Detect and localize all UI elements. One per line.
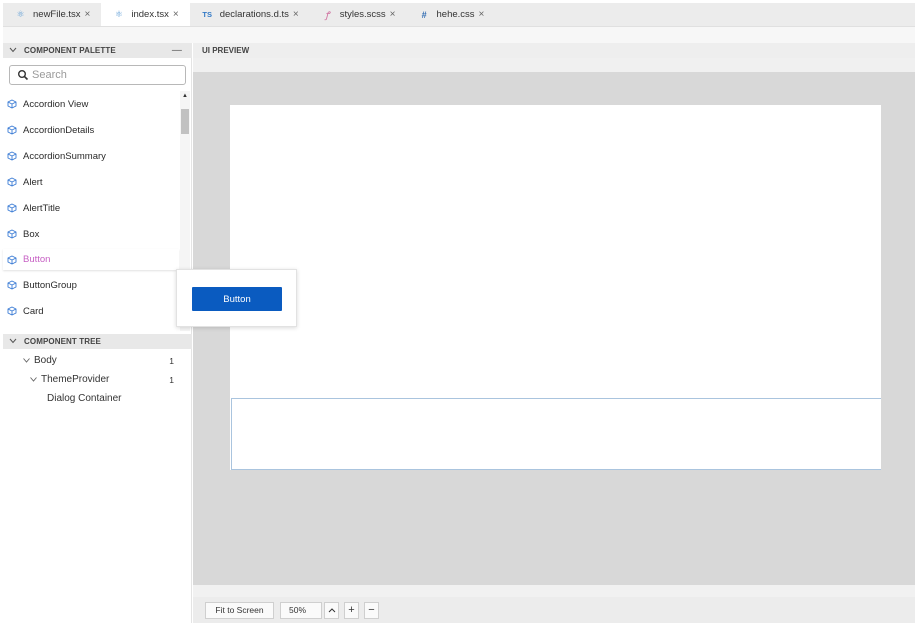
palette-item-label: AccordionDetails [23, 124, 95, 136]
component-tree-header[interactable]: COMPONENT TREE [3, 334, 192, 349]
section-title: COMPONENT PALETTE [24, 46, 116, 55]
palette-item-card[interactable]: Card [3, 301, 179, 321]
palette-item-alert[interactable]: Alert [3, 172, 179, 192]
palette-item-label: ButtonGroup [23, 279, 77, 291]
component-icon [7, 229, 17, 239]
tab-label: hehe.css [436, 9, 475, 20]
collapse-icon[interactable]: — [172, 45, 182, 56]
preview-button: Button [192, 287, 282, 311]
zoom-out-button[interactable]: − [364, 601, 379, 619]
tab-label: index.tsx [131, 9, 169, 20]
tree-item-label: Body [34, 355, 57, 366]
component-icon [7, 203, 17, 213]
tab-index[interactable]: ⚛ index.tsx × [101, 3, 190, 26]
chevron-down-icon[interactable] [23, 356, 30, 365]
component-icon [7, 306, 17, 316]
palette-item-box[interactable]: Box [3, 224, 179, 244]
tree-item-body[interactable]: Body 1 [3, 351, 192, 370]
scrollbar-thumb[interactable] [181, 109, 189, 134]
search-input[interactable] [32, 69, 172, 81]
palette-item-label: AccordionSummary [23, 150, 106, 162]
tree-item-themeprovider[interactable]: ThemeProvider 1 [3, 370, 192, 389]
palette-item-accordion-details[interactable]: AccordionDetails [3, 120, 179, 140]
component-icon [7, 280, 17, 290]
zoom-level-field[interactable]: 50% [280, 601, 322, 619]
search-icon [18, 70, 29, 81]
tab-declarations[interactable]: TS declarations.d.ts × [190, 3, 310, 26]
palette-item-label: AlertTitle [23, 202, 61, 214]
canvas-bottom-gap [193, 585, 915, 597]
preview-toolbar-area [193, 58, 915, 72]
close-icon[interactable]: × [479, 9, 485, 20]
typescript-icon: TS [202, 10, 212, 19]
tree-item-dialog-container[interactable]: Dialog Container [3, 389, 192, 408]
zoom-in-button[interactable]: + [344, 601, 359, 619]
scroll-up-arrow-icon[interactable]: ▲ [180, 92, 190, 100]
tab-label: declarations.d.ts [219, 9, 289, 20]
zoom-toolbar: Fit to Screen 50% + − [193, 597, 915, 623]
css-icon: # [421, 9, 427, 20]
child-count: 1 [169, 355, 174, 366]
zoom-up-arrow-icon[interactable] [324, 601, 339, 619]
dialog-container-outline[interactable] [231, 398, 881, 470]
section-title: UI PREVIEW [202, 46, 250, 55]
sass-icon: ꝭ [325, 10, 330, 20]
tree-item-label: Dialog Container [47, 393, 122, 404]
left-panel: COMPONENT PALETTE — Accordion View Accor… [3, 43, 192, 623]
palette-item-button-group[interactable]: ButtonGroup [3, 275, 179, 295]
preview-canvas[interactable] [193, 72, 915, 585]
tab-styles[interactable]: ꝭ styles.scss × [310, 3, 407, 26]
component-icon [7, 125, 17, 135]
palette-item-label: Card [23, 305, 44, 317]
tab-label: newFile.tsx [33, 9, 81, 20]
close-icon[interactable]: × [85, 9, 91, 20]
component-icon [7, 254, 17, 265]
editor-tab-bar: ⚛ newFile.tsx × ⚛ index.tsx × TS declara… [3, 3, 915, 27]
palette-item-label: Accordion View [23, 98, 89, 110]
ui-preview-header: UI PREVIEW [193, 43, 915, 58]
tab-newfile[interactable]: ⚛ newFile.tsx × [3, 3, 101, 26]
component-icon [7, 99, 17, 109]
react-icon: ⚛ [16, 9, 25, 19]
preview-page[interactable] [230, 105, 881, 470]
palette-item-label: Alert [23, 176, 43, 188]
fit-to-screen-button[interactable]: Fit to Screen [205, 601, 274, 619]
chevron-down-icon[interactable] [9, 337, 17, 346]
palette-item-accordion-summary[interactable]: AccordionSummary [3, 146, 179, 166]
component-preview-tooltip: Button [176, 269, 297, 327]
palette-item-alert-title[interactable]: AlertTitle [3, 198, 179, 218]
close-icon[interactable]: × [293, 9, 299, 20]
palette-item-label: Box [23, 228, 40, 240]
tree-item-label: ThemeProvider [41, 374, 110, 385]
component-icon [7, 177, 17, 187]
search-box[interactable] [9, 65, 186, 85]
react-icon: ⚛ [114, 9, 123, 19]
palette-item-accordion-view[interactable]: Accordion View [3, 94, 179, 114]
tab-label: styles.scss [339, 9, 386, 20]
child-count: 1 [169, 374, 174, 385]
section-title: COMPONENT TREE [24, 337, 101, 346]
chevron-down-icon[interactable] [9, 46, 17, 55]
tab-hehe[interactable]: # hehe.css × [407, 3, 496, 26]
component-icon [7, 151, 17, 161]
palette-item-label: Button [23, 254, 51, 265]
component-palette-header[interactable]: COMPONENT PALETTE — [3, 43, 192, 58]
chevron-down-icon[interactable] [30, 375, 37, 384]
close-icon[interactable]: × [390, 9, 396, 20]
toolbar-strip [3, 27, 915, 43]
close-icon[interactable]: × [173, 9, 179, 20]
palette-item-button[interactable]: Button [3, 249, 179, 270]
